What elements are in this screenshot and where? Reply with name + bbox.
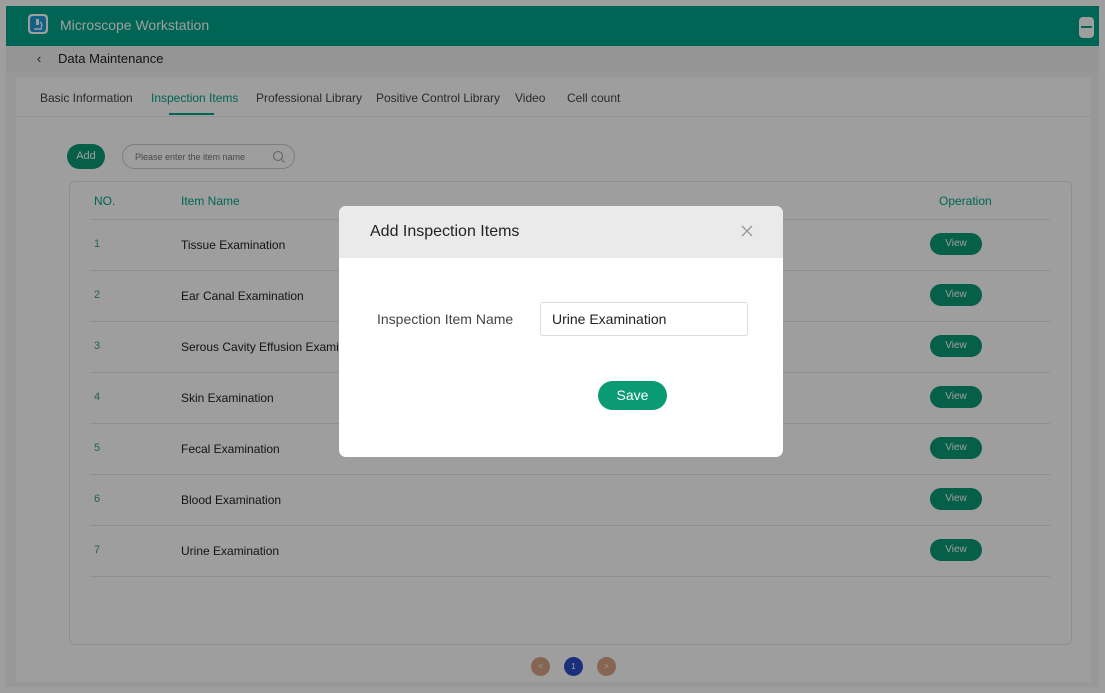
inspection-item-name-label: Inspection Item Name — [377, 311, 514, 327]
inspection-item-name-field[interactable] — [540, 302, 748, 336]
save-button[interactable]: Save — [598, 381, 667, 410]
dialog-header: Add Inspection Items — [339, 206, 783, 258]
add-inspection-items-dialog: Add Inspection Items Inspection Item Nam… — [339, 206, 783, 457]
dialog-title: Add Inspection Items — [370, 223, 520, 240]
close-icon[interactable] — [739, 223, 755, 239]
